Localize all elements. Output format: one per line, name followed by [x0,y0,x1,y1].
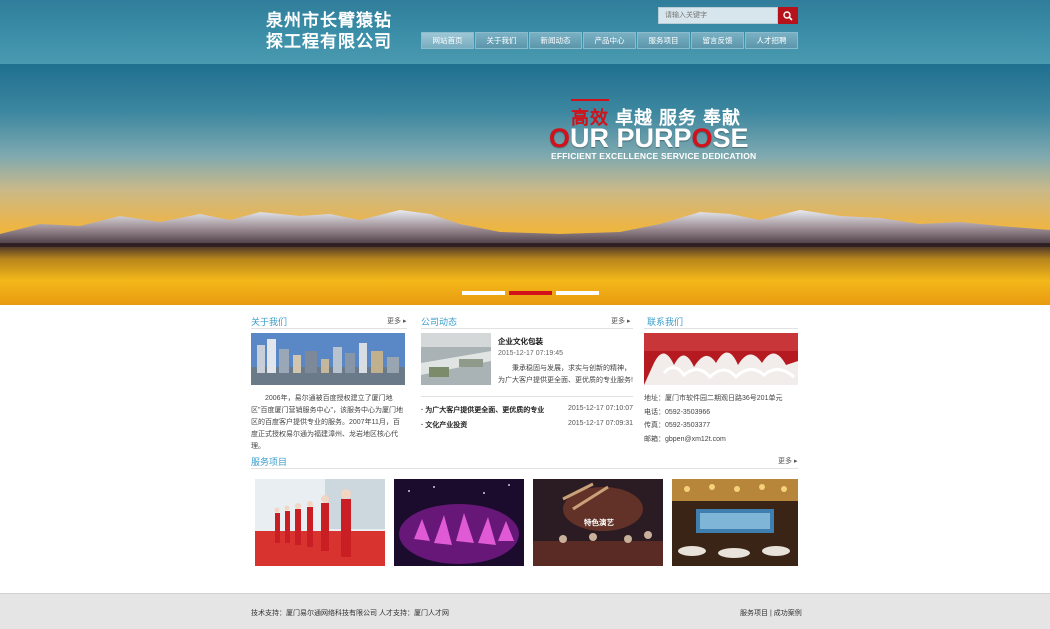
contact-phone: 电话：0592-3503966 [644,408,711,416]
service-item-dance-image[interactable] [394,479,524,566]
news-item-title: · 为广大客户提供更全面、更优质的专业 [421,407,545,414]
nav-home[interactable]: 网站首页 [421,32,474,49]
about-title: 关于我们 [251,317,288,327]
banner-accent-line [571,99,609,101]
search-input[interactable] [658,7,778,24]
news-featured-date: 2015-12-17 07:19:45 [498,350,563,357]
news-item-title: · 文化产业投资 [421,422,468,429]
news-item-date: 2015-12-17 07:09:31 [568,420,633,427]
slider-dot-1[interactable] [462,291,505,295]
nav-news[interactable]: 新闻动态 [529,32,582,49]
service-item-label: 特色演艺 [584,518,614,527]
news-featured-title[interactable]: 企业文化包装 [498,336,543,347]
contact-image [644,333,798,385]
search-icon [783,10,793,21]
news-featured-text: 秉承稳固与发展，求实与创新的精神，为广大客户提供更全面、更优质的专业服务! [498,365,633,384]
banner-slogan-en-end: SE [712,123,749,153]
divider [421,328,633,329]
nav-services[interactable]: 服务项目 [637,32,690,49]
divider [644,328,798,329]
mountain-landscape-image [0,210,1050,305]
hero-banner: 高效 卓越 服务 奉献 OUR PURPOSE EFFICIENT EXCELL… [0,64,1050,305]
search-button[interactable] [778,7,798,24]
contact-title: 联系我们 [647,317,684,327]
services-more-label: 更多 [778,458,792,465]
footer-credits: 技术支持：厦门易尔通网络科技有限公司 人才支持：厦门人才网 [251,610,449,617]
contact-email[interactable]: 邮箱：gbpen@xm12t.com [644,433,782,447]
company-name-line1: 泉州市长臂猿钻 [266,11,392,31]
banner-letter-o2: O [691,123,713,153]
search-box [658,7,798,24]
divider [421,396,633,397]
contact-details: 地址：厦门市软件园二期观日路36号201单元 电话：0592-3503966 传… [644,392,782,446]
slider-dot-2[interactable] [509,291,552,295]
city-skyline-image [251,333,405,385]
banner-letter-o1: O [549,123,571,153]
news-more-label: 更多 [611,318,625,325]
site-footer: 技术支持：厦门易尔通网络科技有限公司 人才支持：厦门人才网 服务项目 | 成功案… [0,593,1050,629]
service-item-banquet-image[interactable] [672,479,798,566]
news-title: 公司动态 [421,317,458,327]
services-title: 服务项目 [251,457,288,467]
about-description: 2006年，易尔通被百度授权建立了厦门地区"百度厦门营销服务中心"，该服务中心为… [251,395,403,450]
slider-dot-3[interactable] [556,291,599,295]
nav-about[interactable]: 关于我们 [475,32,528,49]
banner-slogan-en-mid: UR PURP [570,123,692,153]
nav-feedback[interactable]: 留言反馈 [691,32,744,49]
news-more-link[interactable]: 更多 ▸ [611,316,630,326]
banner-subtitle: EFFICIENT EXCELLENCE SERVICE DEDICATION [551,151,757,161]
services-more-link[interactable]: 更多 ▸ [778,456,797,466]
news-list-item[interactable]: · 为广大客户提供更全面、更优质的专业 2015-12-17 07:10:07 [421,405,633,415]
service-item-ceremony-image[interactable] [255,479,385,566]
banner-slogan-en: OUR PURPOSE [549,123,749,154]
slider-dots [462,291,599,295]
main-nav: 网站首页 关于我们 新闻动态 产品中心 服务项目 留言反馈 人才招聘 [421,32,798,49]
company-logo[interactable]: 泉州市长臂猿钻 探工程有限公司 [266,11,406,53]
news-list-item[interactable]: · 文化产业投资 2015-12-17 07:09:31 [421,420,633,430]
divider [251,468,798,469]
about-more-label: 更多 [387,318,401,325]
footer-links[interactable]: 服务项目 | 成功案例 [740,608,802,618]
contact-fax: 传真：0592-3503377 [644,422,711,429]
nav-careers[interactable]: 人才招聘 [745,32,798,49]
nav-products[interactable]: 产品中心 [583,32,636,49]
company-name-line2: 探工程有限公司 [266,32,392,52]
news-item-date: 2015-12-17 07:10:07 [568,405,633,412]
news-thumbnail-image[interactable] [421,333,491,385]
divider [251,328,407,329]
site-header: 泉州市长臂猿钻 探工程有限公司 网站首页 关于我们 新闻动态 产品中心 服务项目… [0,0,1050,64]
contact-address: 地址：厦门市软件园二期观日路36号201单元 [644,395,783,402]
about-more-link[interactable]: 更多 ▸ [387,316,406,326]
